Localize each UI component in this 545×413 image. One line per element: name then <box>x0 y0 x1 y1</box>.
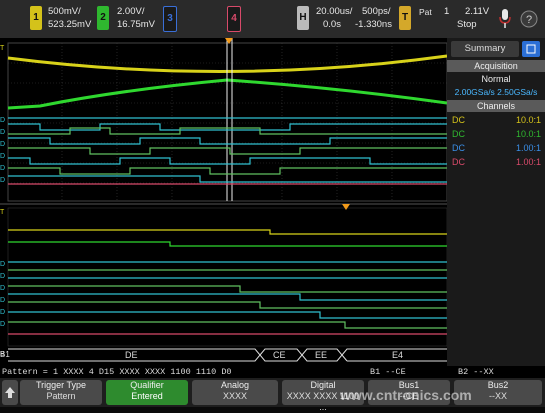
horizontal-delay[interactable]: 0.0s <box>323 19 341 31</box>
softkey-value: XXXX <box>222 391 247 401</box>
horizontal-time-div[interactable]: 20.00us/ <box>316 6 352 18</box>
channel-4-probe: 1.00:1 <box>515 157 541 167</box>
trigger-level[interactable]: 2.11V <box>465 6 489 18</box>
svg-text:D: D <box>0 141 5 148</box>
softkey-analog[interactable]: Analog XXXX <box>192 380 278 405</box>
microphone-icon[interactable] <box>498 8 512 30</box>
up-arrow-icon <box>5 387 15 398</box>
bus1-readout: B1 --CE <box>370 367 406 377</box>
back-button[interactable] <box>2 380 18 405</box>
softkey-label: Qualifier <box>130 380 164 390</box>
bus-label: B1 <box>0 350 10 359</box>
svg-text:D: D <box>0 273 5 280</box>
softkey-qualifier[interactable]: Qualifier Entered <box>106 380 188 405</box>
svg-text:D: D <box>0 285 5 292</box>
channel-2-offset[interactable]: 16.75mV <box>117 19 155 31</box>
horizontal-delay-2[interactable]: -1.330ns <box>355 19 392 31</box>
channel-3-badge[interactable]: 3 <box>163 6 177 32</box>
softkey-bar: Trigger Type Pattern Qualifier Entered A… <box>0 378 545 412</box>
channel-1-coupling: DC <box>452 115 465 125</box>
pattern-readout: Pattern = 1 XXXX 4 D15 XXXX XXXX 1100 11… <box>2 367 232 377</box>
svg-text:D: D <box>0 261 5 268</box>
acquisition-mode: Normal <box>481 74 511 84</box>
bus-segment-de: DE <box>125 350 138 360</box>
channel-4-coupling: DC <box>452 157 465 167</box>
acquisition-rates: 2.00GSa/s 2.50GSa/s <box>454 87 538 97</box>
bus-segment-ee: EE <box>315 350 328 360</box>
summary-tab[interactable]: Summary <box>451 41 519 57</box>
pattern-status-line: Pattern = 1 XXXX 4 D15 XXXX XXXX 1100 11… <box>0 366 545 378</box>
menu-toggle-button[interactable] <box>522 41 540 57</box>
channel-1-offset[interactable]: 523.25mV <box>48 19 91 31</box>
svg-text:D: D <box>0 177 5 184</box>
trigger-mode[interactable]: Pat <box>419 6 432 18</box>
acquisition-header: Acquisition <box>447 60 545 72</box>
channels-header: Channels <box>447 100 545 112</box>
softkey-label: Analog <box>220 380 250 390</box>
trigger-state[interactable]: Stop <box>457 19 477 31</box>
svg-text:T: T <box>0 45 5 52</box>
softkey-label: Trigger Type <box>35 380 87 390</box>
waveform-display[interactable]: T DDD DDD T DDD DDD B B1 DE CE EE E4 <box>0 38 447 366</box>
horizontal-sample[interactable]: 500ps/ <box>362 6 391 18</box>
svg-text:T: T <box>0 209 5 216</box>
menu-icon <box>526 44 536 54</box>
trigger-source-num[interactable]: 1 <box>444 6 449 18</box>
channel-1-badge[interactable]: 1 <box>30 6 42 30</box>
svg-text:D: D <box>0 153 5 160</box>
channel-1-probe: 10.0:1 <box>515 115 541 125</box>
svg-text:D: D <box>0 165 5 172</box>
channel-2-coupling: DC <box>452 129 465 139</box>
svg-text:D: D <box>0 309 5 316</box>
softkey-value: Entered <box>131 391 163 401</box>
bus-segment-e4: E4 <box>392 350 404 360</box>
watermark: www.cntronics.com <box>340 387 472 403</box>
svg-text:D: D <box>0 297 5 304</box>
bus2-readout: B2 --XX <box>458 367 494 377</box>
channel-3-coupling: DC <box>452 143 465 153</box>
svg-text:D: D <box>0 117 5 124</box>
softkey-trigger-type[interactable]: Trigger Type Pattern <box>20 380 102 405</box>
softkey-value: Pattern <box>46 391 76 401</box>
svg-text:?: ? <box>526 14 532 26</box>
channel-1-scale[interactable]: 500mV/ <box>48 6 81 18</box>
channel-2-scale[interactable]: 2.00V/ <box>117 6 144 18</box>
svg-text:D: D <box>0 129 5 136</box>
channel-2-probe: 10.0:1 <box>515 129 541 139</box>
trigger-badge[interactable]: T <box>399 6 411 30</box>
help-icon[interactable]: ? <box>520 10 538 28</box>
summary-panel: Summary Acquisition Normal 2.00GSa/s 2.5… <box>447 38 545 366</box>
horizontal-badge[interactable]: H <box>297 6 309 30</box>
channel-2-badge[interactable]: 2 <box>97 6 109 30</box>
channel-4-badge[interactable]: 4 <box>227 6 241 32</box>
svg-text:D: D <box>0 321 5 328</box>
bus-segment-ce: CE <box>273 350 286 360</box>
channel-3-probe: 1.00:1 <box>515 143 541 153</box>
top-status-bar: 1 500mV/ 523.25mV 2 2.00V/ 16.75mV 3 4 H… <box>0 0 545 38</box>
